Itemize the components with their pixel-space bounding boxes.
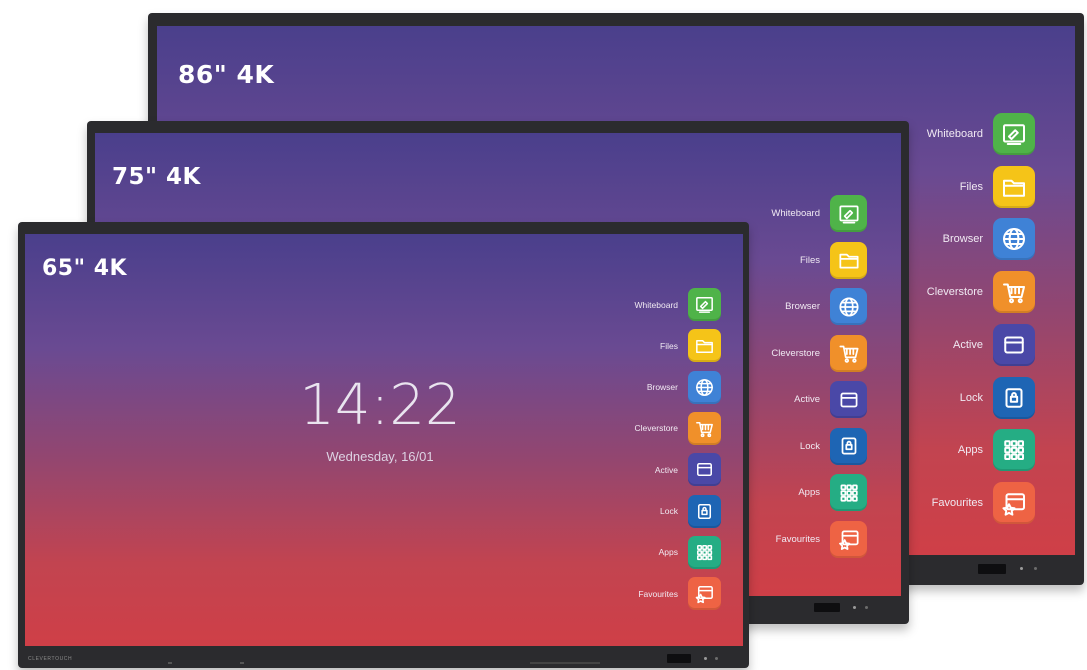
dock-item-lock[interactable]: Lock <box>959 376 1035 419</box>
whiteboard-icon[interactable] <box>993 113 1035 155</box>
sensor-window <box>978 564 1006 574</box>
star-window-icon[interactable] <box>830 520 867 558</box>
dock-item-apps[interactable]: Apps <box>658 535 721 569</box>
dock-item-favourites[interactable]: Favourites <box>638 577 721 611</box>
dock-item-lock[interactable]: Lock <box>799 427 867 465</box>
sensor-window <box>667 654 691 663</box>
lock-icon[interactable] <box>830 427 867 465</box>
dock-item-label: Active <box>794 394 820 405</box>
size-label: 65" 4K <box>42 256 128 281</box>
dock-item-browser[interactable]: Browser <box>646 370 721 404</box>
dock-item-active[interactable]: Active <box>953 323 1035 366</box>
dock-item-label: Whiteboard <box>771 208 820 219</box>
dock-item-files[interactable]: Files <box>660 329 721 363</box>
dock-item-apps[interactable]: Apps <box>957 429 1035 472</box>
dock-item-favourites[interactable]: Favourites <box>931 481 1035 524</box>
folder-icon[interactable] <box>688 329 721 363</box>
dock-item-cleverstore[interactable]: Cleverstore <box>926 271 1035 314</box>
globe-icon[interactable] <box>688 370 721 404</box>
dock-item-apps[interactable]: Apps <box>798 474 867 511</box>
front-port <box>530 662 600 664</box>
front-port <box>168 662 172 664</box>
dock-item-label: Active <box>654 464 678 475</box>
status-led <box>704 657 707 660</box>
dock-item-label: Apps <box>798 487 820 498</box>
dock-item-files[interactable]: Files <box>799 241 867 279</box>
display-65: 65" 4K 14:22 Wednesday, 16/01 Whiteboard… <box>18 222 749 668</box>
display-screen: 65" 4K 14:22 Wednesday, 16/01 Whiteboard… <box>25 234 743 646</box>
dock-item-whiteboard[interactable]: Whiteboard <box>635 288 721 321</box>
dock-item-whiteboard[interactable]: Whiteboard <box>927 113 1035 155</box>
dock-item-label: Favourites <box>931 496 983 509</box>
dock: Whiteboard Files Browser Cleverstore Active L… <box>561 280 721 620</box>
dock-item-label: Browser <box>646 382 678 393</box>
cart-icon[interactable] <box>993 271 1035 314</box>
dock-item-label: Apps <box>957 444 983 457</box>
dock-item-label: Whiteboard <box>926 128 983 140</box>
window-icon[interactable] <box>688 453 721 487</box>
dock-item-browser[interactable]: Browser <box>942 218 1035 261</box>
cart-icon[interactable] <box>688 411 721 445</box>
grid-icon[interactable] <box>830 474 867 511</box>
dock-item-label: Lock <box>799 440 820 452</box>
folder-icon[interactable] <box>993 165 1035 208</box>
dock-item-label: Active <box>953 338 983 351</box>
dock-item-favourites[interactable]: Favourites <box>775 520 867 558</box>
dock-item-label: Lock <box>959 391 983 404</box>
size-label: 86" 4K <box>178 60 275 89</box>
dock-item-active[interactable]: Active <box>654 453 721 487</box>
grid-icon[interactable] <box>688 535 721 569</box>
dock-item-label: Files <box>799 254 820 266</box>
dock-item-files[interactable]: Files <box>959 165 1035 208</box>
dock-item-label: Files <box>959 180 983 193</box>
dock-item-label: Browser <box>942 233 983 246</box>
dock-item-active[interactable]: Active <box>794 381 867 418</box>
brand-logo: CLEVERTOUCH <box>28 656 73 662</box>
whiteboard-icon[interactable] <box>688 288 721 321</box>
dock-item-label: Lock <box>660 506 678 516</box>
whiteboard-icon[interactable] <box>830 195 867 232</box>
dock-item-browser[interactable]: Browser <box>785 288 867 325</box>
star-window-icon[interactable] <box>688 577 721 611</box>
dock-item-cleverstore[interactable]: Cleverstore <box>634 411 721 445</box>
sensor-window <box>814 603 840 612</box>
star-window-icon[interactable] <box>993 481 1035 524</box>
size-label: 75" 4K <box>112 164 201 190</box>
status-led <box>1034 567 1037 570</box>
dock-item-label: Files <box>660 340 678 351</box>
dock-item-lock[interactable]: Lock <box>660 494 721 528</box>
window-icon[interactable] <box>993 323 1035 366</box>
dock-item-label: Browser <box>785 301 820 312</box>
window-icon[interactable] <box>830 381 867 418</box>
status-led <box>1020 567 1023 570</box>
cart-icon[interactable] <box>830 334 867 372</box>
dock-item-whiteboard[interactable]: Whiteboard <box>771 195 867 232</box>
dock-item-cleverstore[interactable]: Cleverstore <box>771 334 867 372</box>
grid-icon[interactable] <box>993 429 1035 472</box>
dock-item-label: Whiteboard <box>634 299 678 310</box>
dock-item-label: Apps <box>658 547 678 558</box>
dock-item-label: Favourites <box>638 588 678 599</box>
dock-item-label: Favourites <box>775 533 820 545</box>
globe-icon[interactable] <box>993 218 1035 261</box>
lock-icon[interactable] <box>993 376 1035 419</box>
dock-item-label: Cleverstore <box>634 423 678 434</box>
status-led <box>853 606 856 609</box>
globe-icon[interactable] <box>830 288 867 325</box>
front-port <box>240 662 244 664</box>
status-led <box>865 606 868 609</box>
dock-item-label: Cleverstore <box>771 347 820 359</box>
status-led <box>715 657 718 660</box>
dock-item-label: Cleverstore <box>926 286 983 299</box>
lock-icon[interactable] <box>688 494 721 528</box>
folder-icon[interactable] <box>830 241 867 279</box>
